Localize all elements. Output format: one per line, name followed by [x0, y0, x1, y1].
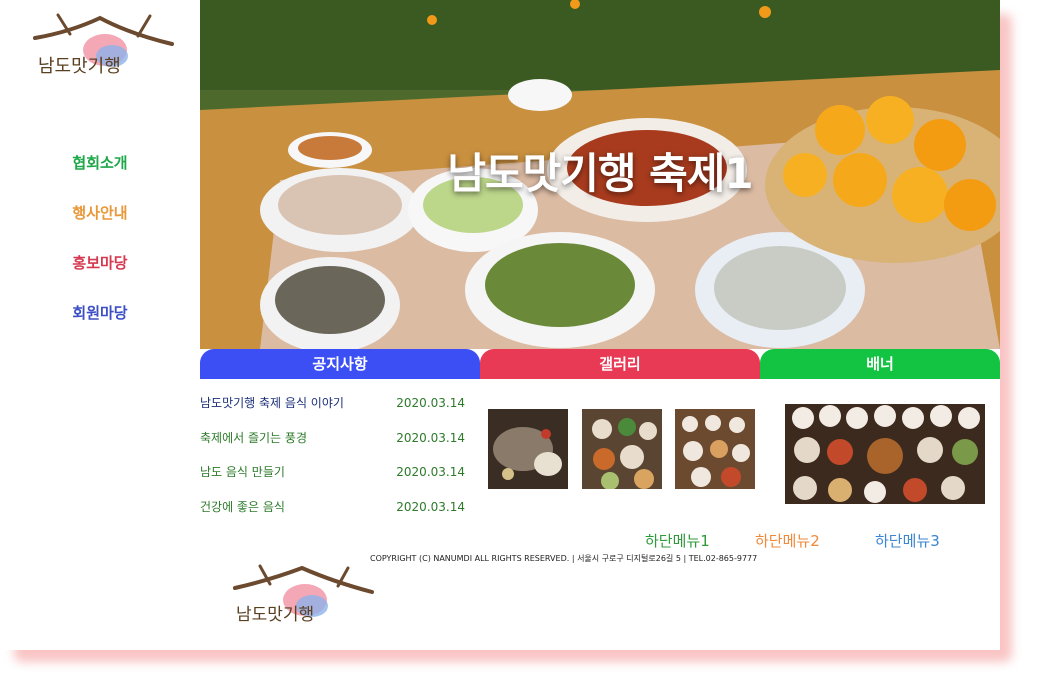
banner-food-image: [785, 404, 985, 504]
nav-item-about[interactable]: 협회소개: [0, 140, 200, 190]
gallery-thumb[interactable]: [675, 409, 755, 489]
tab-gallery[interactable]: 갤러리: [480, 349, 760, 379]
nav-item-members[interactable]: 회원마당: [0, 290, 200, 340]
tab-banner[interactable]: 배너: [760, 349, 1000, 379]
notice-item[interactable]: 남도맛기행 축제 음식 이야기 2020.03.14: [200, 390, 470, 425]
site-logo[interactable]: 남도맛기행: [30, 10, 180, 80]
copyright-text: COPYRIGHT (C) NANUMDI ALL RIGHTS RESERVE…: [370, 554, 758, 563]
footer-logo-text: 남도맛기행: [236, 605, 314, 625]
notice-title[interactable]: 건강에 좋은 음식: [200, 494, 285, 529]
tab-notice[interactable]: 공지사항: [200, 349, 480, 379]
notice-title[interactable]: 남도맛기행 축제 음식 이야기: [200, 390, 344, 425]
gallery-image: [488, 409, 568, 489]
notice-date: 2020.03.14: [396, 430, 465, 445]
notice-item[interactable]: 건강에 좋은 음식 2020.03.14: [200, 494, 470, 529]
notice-item[interactable]: 남도 음식 만들기 2020.03.14: [200, 459, 470, 494]
notice-list: 남도맛기행 축제 음식 이야기 2020.03.14 축제에서 즐기는 풍경 2…: [200, 390, 470, 528]
gallery-thumb[interactable]: [488, 409, 568, 489]
banner-image[interactable]: [785, 404, 985, 504]
footer-menu-3[interactable]: 하단메뉴3: [875, 530, 940, 551]
footer-logo[interactable]: 남도맛기행: [230, 562, 380, 628]
footer-menu-1[interactable]: 하단메뉴1: [645, 530, 710, 551]
footer-menu-2[interactable]: 하단메뉴2: [755, 530, 820, 551]
nav-item-promotion[interactable]: 홍보마당: [0, 240, 200, 290]
hero-banner: 남도맛기행 축제1: [200, 0, 1000, 349]
notice-date: 2020.03.14: [396, 499, 465, 514]
notice-title[interactable]: 남도 음식 만들기: [200, 459, 285, 494]
notice-title[interactable]: 축제에서 즐기는 풍경: [200, 425, 307, 460]
notice-date: 2020.03.14: [396, 396, 465, 410]
nav-item-events[interactable]: 행사안내: [0, 190, 200, 240]
notice-item[interactable]: 축제에서 즐기는 풍경 2020.03.14: [200, 425, 470, 460]
notice-date: 2020.03.14: [396, 465, 465, 479]
hero-title: 남도맛기행 축제1: [447, 149, 753, 198]
page: 남도맛기행 협회소개 행사안내 홍보마당 회원마당 남도맛기행 축제1 공지사항…: [0, 0, 1000, 650]
gallery-image: [675, 409, 755, 489]
gallery-image: [582, 409, 662, 489]
main-nav: 협회소개 행사안내 홍보마당 회원마당: [0, 140, 200, 340]
logo-text: 남도맛기행: [38, 56, 121, 77]
gallery-thumb[interactable]: [582, 409, 662, 489]
